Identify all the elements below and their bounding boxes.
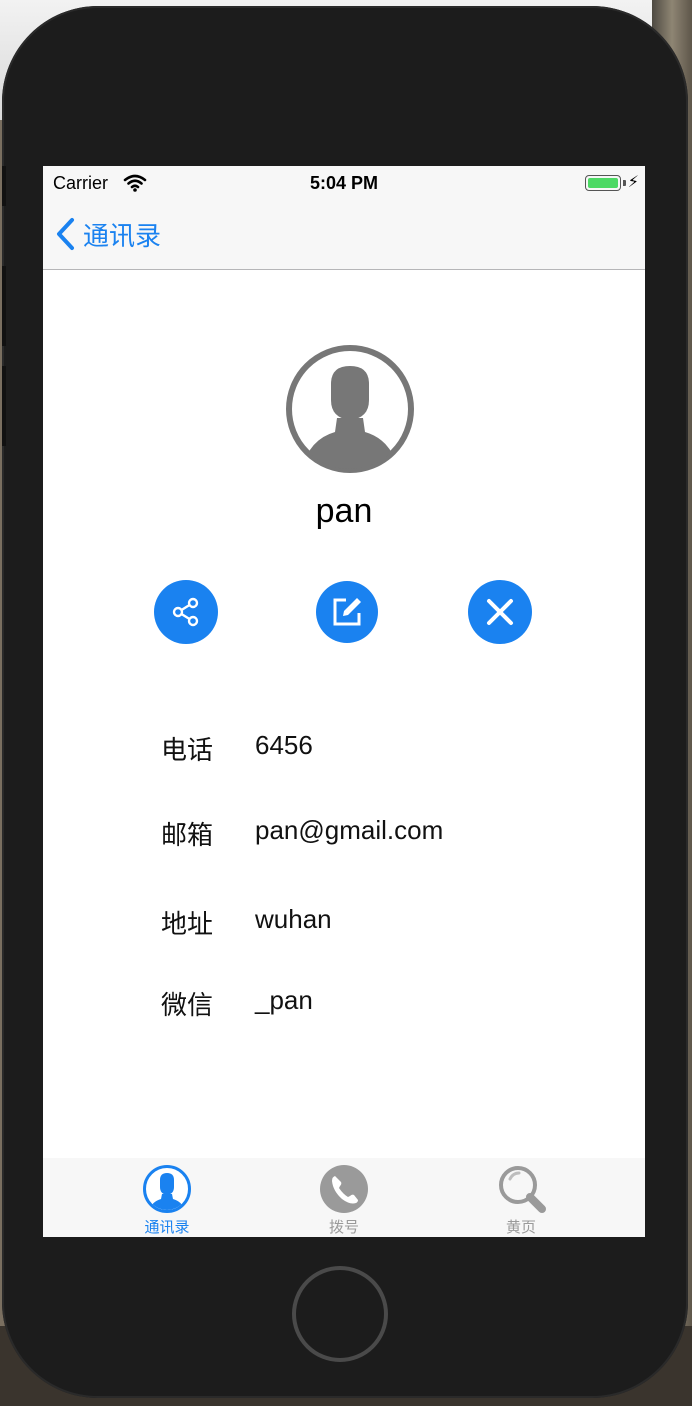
charging-bolt-icon: ⚡ [627,174,639,191]
info-row-email: 邮箱 pan@gmail.com [43,815,645,855]
tab-contacts[interactable]: 通讯录 [67,1158,267,1237]
tab-label: 通讯录 [144,1219,190,1236]
info-value: _pan [255,985,313,1015]
contacts-icon [143,1165,191,1213]
search-icon [499,1166,546,1213]
info-label: 微信 [161,990,214,1020]
volume-down-button [2,366,6,446]
mute-switch [2,166,6,206]
info-row-wechat: 微信 _pan [43,985,645,1025]
info-value: wuhan [255,904,332,934]
battery-tip [623,180,626,186]
close-icon [487,599,513,625]
tab-label: 黄页 [505,1219,536,1236]
edit-icon [333,598,361,626]
back-button[interactable]: 通讯录 [55,214,161,254]
tab-bar: 通讯录 拨号 黄页 [43,1158,645,1237]
screen: Carrier 5:04 PM ⚡ 通讯录 pan 电话 6456 邮箱 pan… [43,166,645,1237]
chevron-left-icon [57,218,74,250]
edit-button[interactable] [316,581,378,643]
share-button[interactable] [154,580,218,644]
info-label: 电话 [161,735,214,765]
tab-dialer[interactable]: 拨号 [244,1158,444,1237]
person-silhouette-icon [286,345,414,473]
info-row-address: 地址 wuhan [43,904,645,944]
back-label: 通讯录 [83,220,162,251]
tab-label: 拨号 [328,1219,359,1236]
info-label: 地址 [161,909,214,939]
share-icon [172,597,199,627]
battery-icon [585,175,621,191]
volume-up-button [2,266,6,346]
status-bar: Carrier 5:04 PM ⚡ [43,166,645,200]
info-value: 6456 [255,730,313,760]
info-label: 邮箱 [161,820,214,850]
info-value: pan@gmail.com [255,815,444,845]
status-time: 5:04 PM [309,173,379,193]
phone-icon [320,1165,368,1213]
delete-button[interactable] [468,580,532,644]
info-row-phone: 电话 6456 [43,730,645,770]
tab-yellow-pages[interactable]: 黄页 [421,1158,621,1237]
navigation-bar: 通讯录 [43,200,645,270]
contact-name: pan [315,492,373,530]
home-button[interactable] [292,1266,388,1362]
